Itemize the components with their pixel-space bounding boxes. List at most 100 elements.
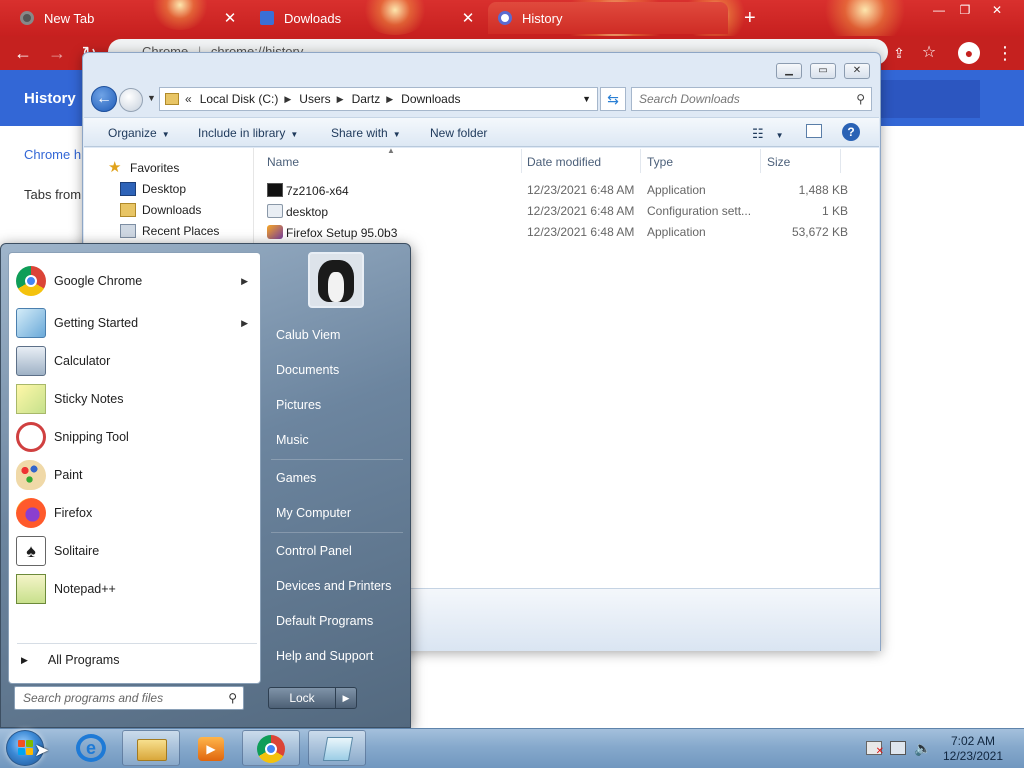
taskbar-google-chrome[interactable]: [242, 730, 300, 766]
breadcrumb-arrow-icon[interactable]: ▶: [386, 94, 393, 105]
new-tab-button[interactable]: +: [734, 2, 764, 34]
link-help-and-support[interactable]: Help and Support: [264, 640, 406, 672]
program-calculator[interactable]: Calculator: [11, 343, 258, 379]
breadcrumb-local-disk[interactable]: Local Disk (C:): [200, 92, 279, 106]
close-icon[interactable]: ✕: [844, 63, 870, 79]
nav-desktop[interactable]: Desktop: [120, 182, 186, 196]
preview-pane-icon[interactable]: [806, 124, 822, 138]
program-snipping-tool[interactable]: Snipping Tool: [11, 419, 258, 455]
column-header-date-modified[interactable]: Date modified: [527, 155, 601, 169]
program-paint[interactable]: Paint: [11, 457, 258, 493]
shutdown-options-arrow-icon[interactable]: ▶: [335, 687, 357, 709]
column-header-name[interactable]: Name: [267, 155, 299, 169]
clock-date: 12/23/2021: [942, 749, 1004, 763]
close-tab-icon[interactable]: ✕: [460, 9, 476, 27]
sidebar-item-chrome-history[interactable]: Chrome h: [24, 147, 81, 162]
taskbar-notepad[interactable]: [308, 730, 366, 766]
breadcrumb-dartz[interactable]: Dartz: [352, 92, 381, 106]
link-pictures[interactable]: Pictures: [264, 389, 406, 421]
submenu-arrow-icon[interactable]: ▶: [241, 276, 248, 287]
share-with-button[interactable]: Share with ▼: [331, 126, 401, 140]
help-icon[interactable]: ?: [842, 123, 860, 141]
link-my-computer[interactable]: My Computer: [264, 497, 406, 529]
program-google-chrome[interactable]: Google Chrome ▶: [11, 263, 258, 299]
minimize-icon[interactable]: —: [928, 3, 950, 17]
menu-dots-icon[interactable]: ⋮: [994, 42, 1016, 64]
solitaire-icon: ♠: [16, 536, 46, 566]
breadcrumb-downloads[interactable]: Downloads: [401, 92, 460, 106]
taskbar-windows-explorer[interactable]: [122, 730, 180, 766]
close-icon[interactable]: ✕: [986, 3, 1008, 17]
profile-avatar-icon[interactable]: ●: [958, 42, 980, 64]
link-games[interactable]: Games: [264, 462, 406, 494]
back-icon[interactable]: ←: [12, 42, 34, 64]
volume-icon[interactable]: 🔈: [914, 741, 931, 755]
forward-icon[interactable]: →: [46, 42, 68, 64]
change-view-icon[interactable]: ☷ ▼: [752, 126, 784, 142]
breadcrumb-arrow-icon[interactable]: ▶: [337, 94, 344, 105]
column-divider[interactable]: [760, 149, 761, 173]
link-devices-and-printers[interactable]: Devices and Printers: [264, 570, 406, 602]
program-firefox[interactable]: Firefox: [11, 495, 258, 531]
minimize-icon[interactable]: ▁: [776, 63, 802, 79]
downloads-folder-icon: [120, 203, 136, 217]
column-header-size[interactable]: Size: [767, 155, 790, 169]
action-center-flag-icon[interactable]: ✕: [866, 741, 884, 757]
nav-recent-places[interactable]: Recent Places: [120, 224, 219, 238]
back-button[interactable]: ←: [91, 86, 117, 112]
link-music[interactable]: Music: [264, 424, 406, 456]
address-breadcrumb[interactable]: « Local Disk (C:) ▶ Users ▶ Dartz ▶ Down…: [159, 87, 598, 111]
start-search-input[interactable]: Search programs and files ⚲: [14, 686, 244, 710]
system-clock[interactable]: 7:02 AM 12/23/2021: [936, 734, 1010, 764]
search-icon[interactable]: ⚲: [228, 687, 237, 709]
column-divider[interactable]: [840, 149, 841, 173]
column-divider[interactable]: [521, 149, 522, 173]
nav-favorites[interactable]: ★ Favorites: [108, 160, 179, 175]
link-default-programs[interactable]: Default Programs: [264, 605, 406, 637]
breadcrumb-arrow-icon[interactable]: ▶: [284, 94, 291, 105]
network-icon[interactable]: [890, 741, 906, 755]
refresh-button[interactable]: ⇆: [600, 87, 626, 111]
include-in-library-button[interactable]: Include in library ▼: [198, 126, 298, 140]
taskbar-internet-explorer[interactable]: e: [62, 730, 120, 766]
user-avatar[interactable]: [308, 252, 364, 308]
share-icon[interactable]: ⇪: [888, 42, 910, 64]
history-search-field[interactable]: [880, 80, 980, 118]
program-solitaire[interactable]: ♠ Solitaire: [11, 533, 258, 569]
restore-icon[interactable]: ❐: [954, 3, 976, 17]
program-getting-started[interactable]: Getting Started ▶: [11, 305, 258, 341]
link-user-folder[interactable]: Calub Viem: [264, 319, 406, 351]
maximize-icon[interactable]: ▭: [810, 63, 836, 79]
search-input[interactable]: Search Downloads ⚲: [631, 87, 872, 111]
forward-button[interactable]: [119, 88, 143, 112]
tab-downloads[interactable]: Dowloads ✕: [250, 2, 486, 34]
lock-button[interactable]: Lock: [268, 687, 336, 709]
program-label: Paint: [54, 468, 83, 482]
recent-pages-dropdown-icon[interactable]: ▼: [147, 93, 156, 103]
tab-history[interactable]: History: [488, 2, 728, 34]
file-row[interactable]: desktop 12/23/2021 6:48 AM Configuration…: [265, 201, 848, 222]
sidebar-item-tabs-from-other-devices[interactable]: Tabs from: [24, 187, 81, 202]
all-programs-button[interactable]: ▶ All Programs: [17, 653, 119, 667]
nav-downloads[interactable]: Downloads: [120, 203, 201, 217]
file-row[interactable]: 7z2106-x64 12/23/2021 6:48 AM Applicatio…: [265, 180, 848, 201]
link-control-panel[interactable]: Control Panel: [264, 535, 406, 567]
search-icon[interactable]: ⚲: [856, 88, 865, 110]
address-dropdown-icon[interactable]: ▼: [582, 94, 591, 104]
file-name: Firefox Setup 95.0b3: [286, 226, 398, 240]
breadcrumb-overflow[interactable]: «: [185, 92, 192, 106]
file-row[interactable]: Firefox Setup 95.0b3 12/23/2021 6:48 AM …: [265, 222, 848, 243]
column-divider[interactable]: [640, 149, 641, 173]
close-tab-icon[interactable]: ✕: [222, 9, 238, 27]
taskbar-media-player[interactable]: ▶: [182, 730, 240, 766]
breadcrumb-users[interactable]: Users: [299, 92, 330, 106]
program-notepad-plus-plus[interactable]: Notepad++: [11, 571, 258, 607]
program-sticky-notes[interactable]: Sticky Notes: [11, 381, 258, 417]
organize-button[interactable]: Organize ▼: [108, 126, 170, 140]
link-documents[interactable]: Documents: [264, 354, 406, 386]
tab-new-tab[interactable]: New Tab ✕: [10, 2, 248, 34]
column-header-type[interactable]: Type: [647, 155, 673, 169]
bookmark-star-icon[interactable]: ☆: [918, 42, 940, 64]
submenu-arrow-icon[interactable]: ▶: [241, 318, 248, 329]
new-folder-button[interactable]: New folder: [430, 126, 487, 140]
